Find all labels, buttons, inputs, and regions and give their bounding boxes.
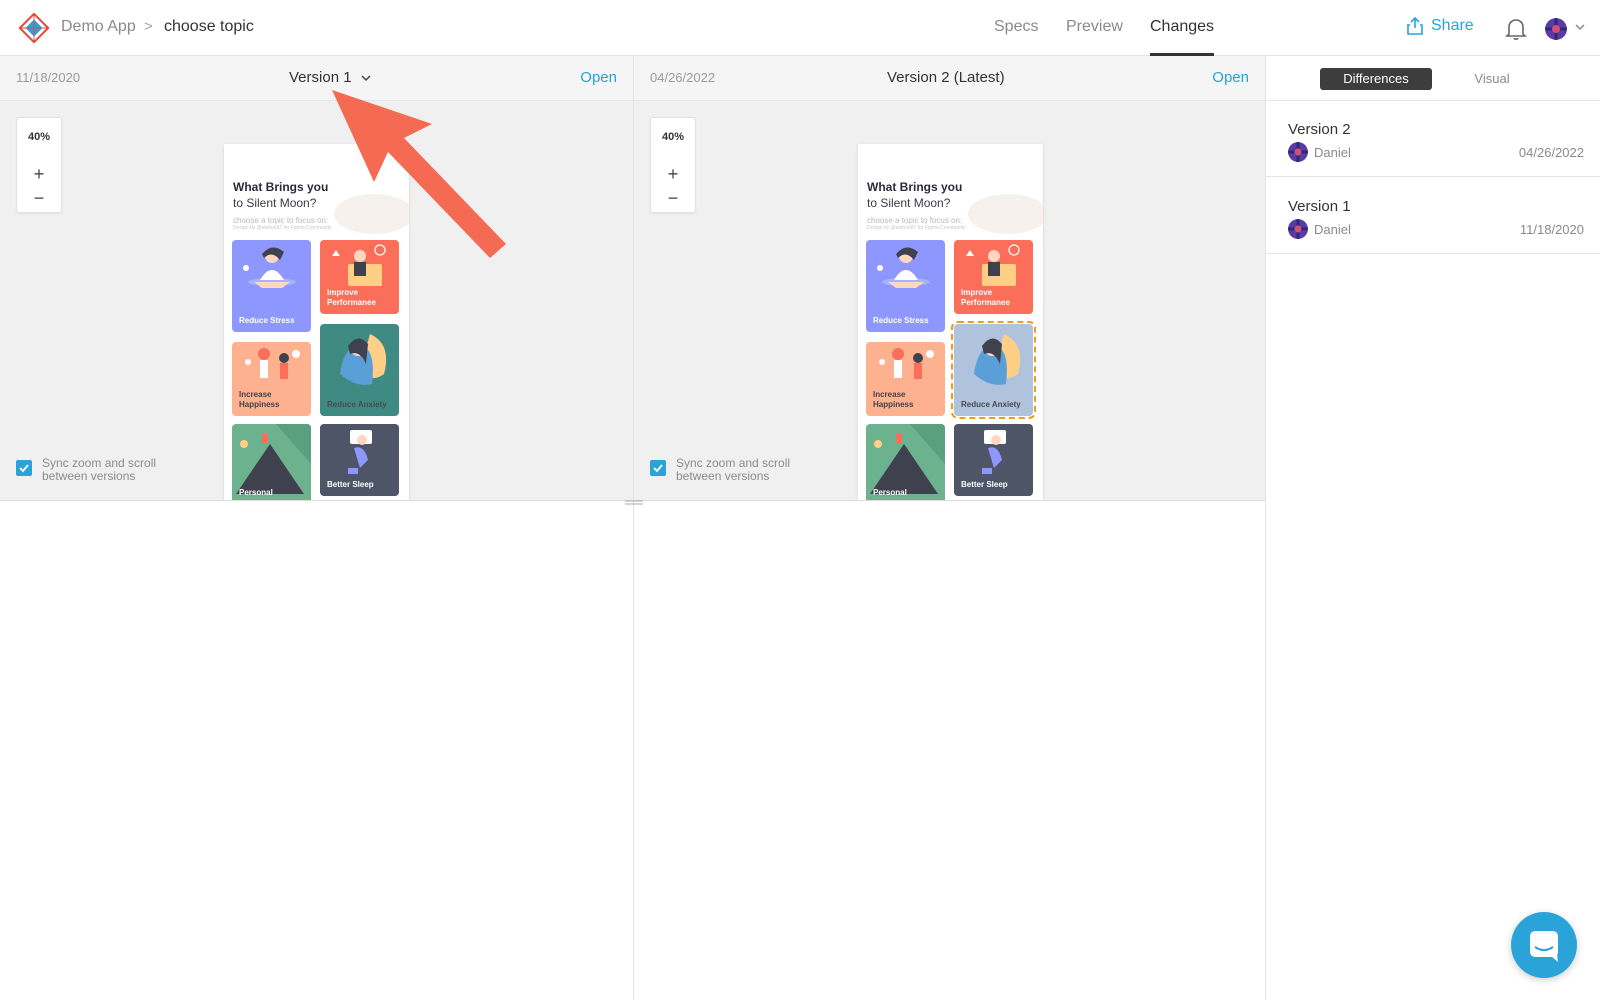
design-credit: Design by @elehoe87 for Figma Community xyxy=(233,225,332,231)
version-list-item[interactable]: Version 1 Daniel 11/18/2020 xyxy=(1266,178,1600,254)
zoom-level: 40% xyxy=(661,131,685,143)
design-hint: choose a topic to focus on: xyxy=(867,216,963,225)
zoom-control: 40% + − xyxy=(650,117,696,213)
design-hint: choose a topic to focus on: xyxy=(233,216,329,225)
version-date: 04/26/2022 xyxy=(650,70,716,85)
design-subtitle: to Silent Moon? xyxy=(233,196,317,210)
zoom-out-button[interactable]: − xyxy=(651,188,695,209)
card-label: Personal xyxy=(239,488,273,497)
card-label: Personal xyxy=(873,488,907,497)
card-personal: Personal xyxy=(866,424,945,501)
card-label: Reduce Stress xyxy=(239,316,295,325)
card-improve-performance: Improve Performanee xyxy=(320,240,399,314)
card-label: Increase Happiness xyxy=(239,390,280,409)
sync-zoom-checkbox[interactable]: Sync zoom and scroll between versions xyxy=(16,457,182,483)
version-label: Version 2 (Latest) xyxy=(887,69,1005,86)
view-mode-toggle: Differences Visual xyxy=(1320,68,1540,90)
design-subtitle: to Silent Moon? xyxy=(867,196,951,210)
cloud-decoration xyxy=(968,194,1043,234)
versions-sidebar: Differences Visual Version 2 Daniel 04/2… xyxy=(1266,56,1600,1000)
version-label: Version 1 xyxy=(289,69,352,86)
card-better-sleep: Better Sleep xyxy=(954,424,1033,496)
user-avatar-icon xyxy=(1288,142,1308,162)
version-name: Version 2 xyxy=(1288,121,1351,138)
open-link[interactable]: Open xyxy=(1212,69,1249,86)
open-link[interactable]: Open xyxy=(580,69,617,86)
card-reduce-stress: Reduce Stress xyxy=(866,240,945,332)
chevron-down-icon xyxy=(361,74,371,81)
version-author: Daniel xyxy=(1314,222,1351,237)
card-label: Better Sleep xyxy=(327,480,374,489)
card-label: Reduce Anxiety xyxy=(961,400,1021,409)
tab-changes[interactable]: Changes xyxy=(1150,18,1214,36)
app-logo-icon[interactable] xyxy=(18,12,50,44)
card-reduce-anxiety-changed[interactable]: Reduce Anxiety xyxy=(951,321,1036,419)
tab-preview[interactable]: Preview xyxy=(1066,18,1123,36)
card-label: Reduce Stress xyxy=(873,316,929,325)
version-pane-left: 11/18/2020 Version 1 Open 40% + − What B… xyxy=(0,56,634,1000)
card-reduce-anxiety: Reduce Anxiety xyxy=(320,324,399,416)
version-date: 11/18/2020 xyxy=(1519,222,1584,237)
zoom-control: 40% + − xyxy=(16,117,62,213)
card-increase-happiness: Increase Happiness xyxy=(866,342,945,416)
version-list-item[interactable]: Version 2 Daniel 04/26/2022 xyxy=(1266,101,1600,177)
zoom-out-button[interactable]: − xyxy=(17,188,61,209)
differences-toggle[interactable]: Differences xyxy=(1320,68,1432,90)
version-date: 04/26/2022 xyxy=(1518,145,1584,160)
design-frame[interactable]: What Brings you to Silent Moon? choose a… xyxy=(224,144,409,501)
design-canvas[interactable]: 40% + − What Brings you to Silent Moon? … xyxy=(634,101,1265,501)
card-personal: Personal xyxy=(232,424,311,501)
chat-launcher-button[interactable] xyxy=(1511,912,1577,978)
lower-panel xyxy=(0,501,633,1000)
card-label: Improve Performanee xyxy=(327,288,376,307)
version-date: 11/18/2020 xyxy=(16,70,81,85)
lower-panel xyxy=(634,501,1265,1000)
sync-label: Sync zoom and scroll between versions xyxy=(42,456,157,483)
chevron-down-icon[interactable] xyxy=(1574,21,1586,33)
card-increase-happiness: Increase Happiness xyxy=(232,342,311,416)
pane-header: 04/26/2022 Version 2 (Latest) Open xyxy=(634,56,1265,101)
tab-specs[interactable]: Specs xyxy=(994,18,1038,36)
top-bar: Demo App > choose topic Specs Preview Ch… xyxy=(0,0,1600,56)
card-improve-performance: Improve Performanee xyxy=(954,240,1033,314)
version-label-static: Version 2 (Latest) xyxy=(887,69,1005,86)
card-label: Reduce Anxiety xyxy=(327,400,387,409)
pane-header: 11/18/2020 Version 1 Open xyxy=(0,56,633,101)
visual-toggle[interactable]: Visual xyxy=(1444,68,1540,90)
share-button[interactable]: Share xyxy=(1407,17,1474,35)
zoom-in-button[interactable]: + xyxy=(17,164,61,185)
version-pane-right: 04/26/2022 Version 2 (Latest) Open 40% +… xyxy=(634,56,1266,1000)
design-credit: Design by @elehoe87 for Figma Community xyxy=(867,225,966,231)
breadcrumb-separator-icon: > xyxy=(144,18,153,35)
notifications-bell-icon[interactable] xyxy=(1505,17,1527,41)
version-author: Daniel xyxy=(1314,145,1351,160)
version-selector[interactable]: Version 1 xyxy=(289,69,372,86)
checkbox-checked-icon[interactable] xyxy=(650,460,666,476)
sync-zoom-checkbox[interactable]: Sync zoom and scroll between versions xyxy=(650,457,816,483)
card-better-sleep: Better Sleep xyxy=(320,424,399,496)
breadcrumb-app[interactable]: Demo App xyxy=(61,18,136,36)
zoom-level: 40% xyxy=(27,131,51,143)
resize-handle-icon[interactable] xyxy=(625,500,643,506)
chat-bubble-icon xyxy=(1530,931,1558,962)
share-label: Share xyxy=(1431,17,1474,34)
zoom-in-button[interactable]: + xyxy=(651,164,695,185)
share-icon xyxy=(1407,17,1423,35)
user-avatar-icon xyxy=(1288,219,1308,239)
card-label: Improve Performanee xyxy=(961,288,1010,307)
design-canvas[interactable]: 40% + − What Brings you to Silent Moon? … xyxy=(0,101,633,501)
design-frame[interactable]: What Brings you to Silent Moon? choose a… xyxy=(858,144,1043,501)
design-title: What Brings you xyxy=(867,180,963,194)
design-title: What Brings you xyxy=(233,180,329,194)
user-avatar-icon[interactable] xyxy=(1545,18,1567,40)
checkbox-checked-icon[interactable] xyxy=(16,460,32,476)
breadcrumb-page: choose topic xyxy=(164,18,254,35)
card-reduce-stress: Reduce Stress xyxy=(232,240,311,332)
sync-label: Sync zoom and scroll between versions xyxy=(676,456,791,483)
card-label: Increase Happiness xyxy=(873,390,914,409)
card-label: Better Sleep xyxy=(961,480,1008,489)
version-name: Version 1 xyxy=(1288,198,1351,215)
cloud-decoration xyxy=(334,194,409,234)
